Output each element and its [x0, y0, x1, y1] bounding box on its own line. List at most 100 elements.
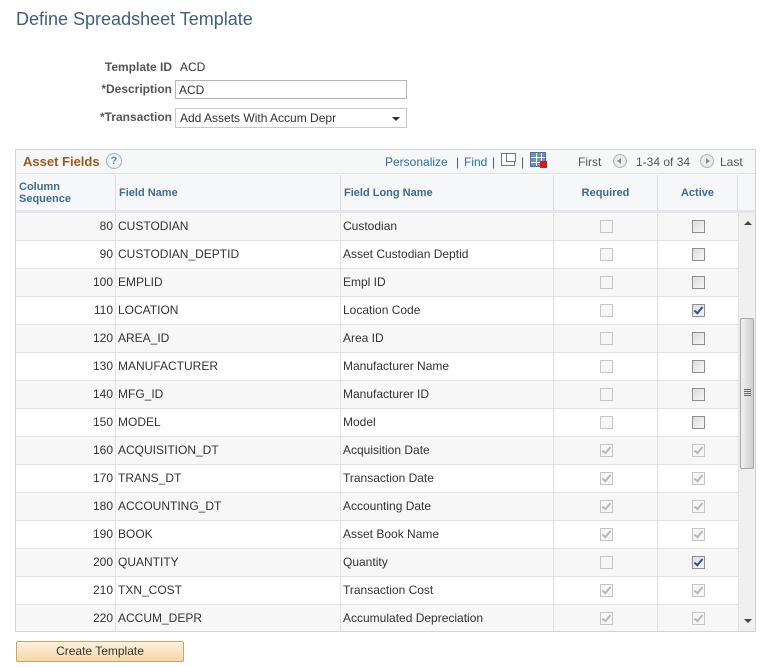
- column-header-row: Column Sequence Field Name Field Long Na…: [16, 175, 755, 213]
- column-header-field-long-name[interactable]: Field Long Name: [341, 175, 554, 210]
- column-header-field-name[interactable]: Field Name: [116, 175, 341, 210]
- next-icon[interactable]: [700, 154, 714, 168]
- field-name-cell: QUANTITY: [116, 549, 341, 576]
- required-cell: [554, 521, 658, 548]
- required-checkbox: [600, 556, 613, 569]
- field-long-name-cell: Location Code: [341, 297, 554, 324]
- column-header-required[interactable]: Required: [554, 175, 658, 210]
- separator: |: [456, 155, 460, 169]
- table-row: 150 MODEL Model: [16, 409, 738, 437]
- required-cell: [554, 577, 658, 604]
- checkmark-icon: [601, 472, 612, 483]
- vertical-scrollbar[interactable]: [738, 213, 755, 631]
- table-row: 220 ACCUM_DEPR Accumulated Depreciation: [16, 605, 738, 631]
- active-cell: [658, 493, 738, 520]
- checkmark-icon: [693, 444, 704, 455]
- last-link[interactable]: Last: [720, 155, 743, 169]
- column-header-active[interactable]: Active: [658, 175, 738, 210]
- column-sequence-cell: 150: [16, 409, 116, 436]
- active-cell: [658, 269, 738, 296]
- scroll-up-icon[interactable]: [744, 221, 752, 225]
- transaction-select[interactable]: Add Assets With Accum Depr: [175, 108, 407, 128]
- active-cell: [658, 465, 738, 492]
- active-checkbox[interactable]: [692, 416, 705, 429]
- required-checkbox: [600, 332, 613, 345]
- active-cell: [658, 241, 738, 268]
- column-sequence-cell: 120: [16, 325, 116, 352]
- active-checkbox[interactable]: [692, 388, 705, 401]
- field-long-name-cell: Transaction Date: [341, 465, 554, 492]
- active-checkbox[interactable]: [692, 304, 705, 317]
- required-cell: [554, 381, 658, 408]
- checkmark-icon: [601, 584, 612, 595]
- checkmark-icon: [693, 528, 704, 539]
- active-cell: [658, 213, 738, 240]
- active-cell: [658, 549, 738, 576]
- help-icon[interactable]: ?: [106, 153, 122, 169]
- field-name-cell: ACCOUNTING_DT: [116, 493, 341, 520]
- field-name-cell: MANUFACTURER: [116, 353, 341, 380]
- active-checkbox: [692, 444, 705, 457]
- first-link[interactable]: First: [578, 155, 601, 169]
- required-checkbox: [600, 276, 613, 289]
- column-sequence-cell: 80: [16, 213, 116, 240]
- field-long-name-cell: Area ID: [341, 325, 554, 352]
- scroll-down-icon[interactable]: [744, 619, 752, 623]
- active-checkbox[interactable]: [692, 220, 705, 233]
- active-checkbox[interactable]: [692, 248, 705, 261]
- transaction-label: *Transaction: [99, 110, 172, 124]
- active-cell: [658, 325, 738, 352]
- table-row: 210 TXN_COST Transaction Cost: [16, 577, 738, 605]
- required-cell: [554, 213, 658, 240]
- description-label: *Description: [101, 82, 172, 96]
- required-cell: [554, 241, 658, 268]
- field-name-cell: CUSTODIAN_DEPTID: [116, 241, 341, 268]
- active-checkbox[interactable]: [692, 360, 705, 373]
- personalize-link[interactable]: Personalize: [385, 155, 448, 169]
- template-id-label: Template ID: [104, 60, 172, 74]
- field-long-name-cell: Manufacturer Name: [341, 353, 554, 380]
- table-row: 80 CUSTODIAN Custodian: [16, 213, 738, 241]
- active-cell: [658, 605, 738, 631]
- checkmark-icon: [601, 612, 612, 623]
- column-header-sequence-line1: Column: [19, 180, 60, 193]
- column-header-sequence[interactable]: Column Sequence: [16, 175, 116, 210]
- active-checkbox: [692, 584, 705, 597]
- field-long-name-cell: Empl ID: [341, 269, 554, 296]
- grip-icon: [744, 389, 751, 396]
- active-checkbox[interactable]: [692, 332, 705, 345]
- table-row: 190 BOOK Asset Book Name: [16, 521, 738, 549]
- find-link[interactable]: Find: [464, 155, 487, 169]
- scrollbar-thumb[interactable]: [740, 318, 754, 469]
- column-sequence-cell: 90: [16, 241, 116, 268]
- checkmark-icon: [601, 528, 612, 539]
- field-name-cell: BOOK: [116, 521, 341, 548]
- table-row: 160 ACQUISITION_DT Acquisition Date: [16, 437, 738, 465]
- field-name-cell: CUSTODIAN: [116, 213, 341, 240]
- active-checkbox[interactable]: [692, 276, 705, 289]
- active-cell: [658, 409, 738, 436]
- required-cell: [554, 297, 658, 324]
- table-row: 180 ACCOUNTING_DT Accounting Date: [16, 493, 738, 521]
- asset-fields-grid: Asset Fields ? Personalize | Find | | Fi…: [15, 149, 756, 632]
- required-checkbox: [600, 416, 613, 429]
- download-to-excel-icon[interactable]: [530, 152, 547, 168]
- create-template-button[interactable]: Create Template: [16, 641, 184, 662]
- active-checkbox: [692, 528, 705, 541]
- chevron-down-icon: [392, 117, 400, 121]
- description-input[interactable]: [175, 80, 407, 99]
- new-window-icon[interactable]: [501, 153, 516, 166]
- active-cell: [658, 437, 738, 464]
- previous-icon[interactable]: [613, 154, 627, 168]
- required-cell: [554, 493, 658, 520]
- table-row: 100 EMPLID Empl ID: [16, 269, 738, 297]
- active-cell: [658, 297, 738, 324]
- checkmark-icon: [693, 584, 704, 595]
- field-long-name-cell: Manufacturer ID: [341, 381, 554, 408]
- field-long-name-cell: Asset Custodian Deptid: [341, 241, 554, 268]
- active-checkbox[interactable]: [692, 556, 705, 569]
- required-checkbox: [600, 472, 613, 485]
- required-checkbox: [600, 584, 613, 597]
- table-row: 140 MFG_ID Manufacturer ID: [16, 381, 738, 409]
- required-cell: [554, 437, 658, 464]
